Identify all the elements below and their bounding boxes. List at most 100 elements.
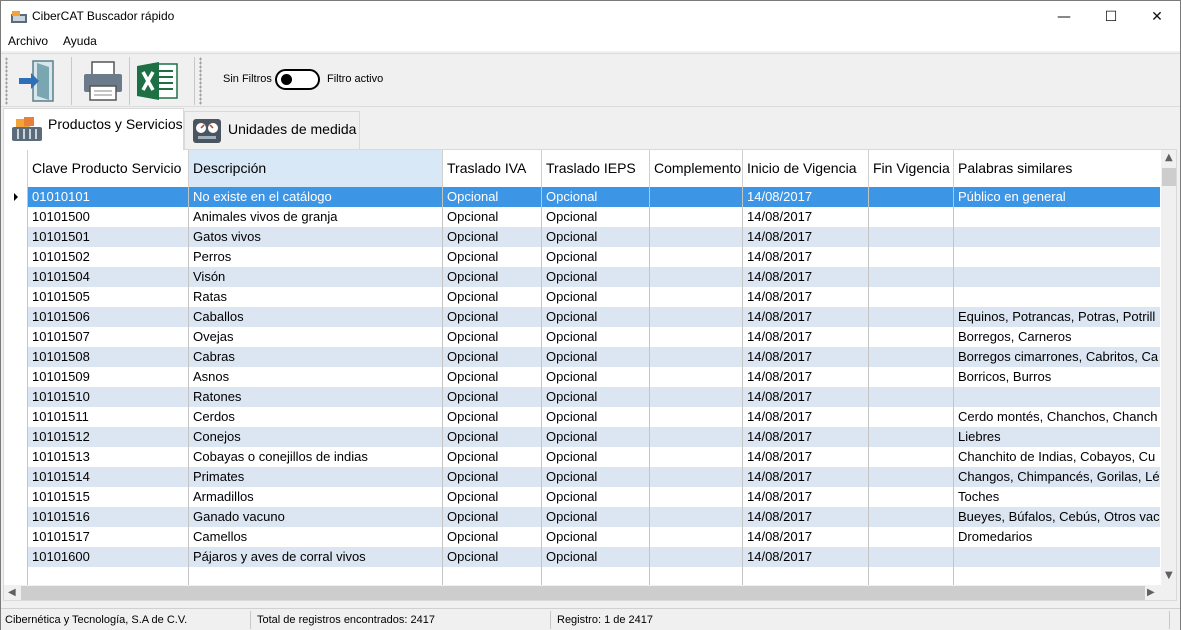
cell-traslado-ieps[interactable]: Opcional bbox=[542, 387, 650, 407]
cell-inicio-vigencia[interactable]: 14/08/2017 bbox=[743, 347, 869, 367]
cell-traslado-iva[interactable]: Opcional bbox=[443, 407, 542, 427]
cell-traslado-iva[interactable] bbox=[443, 567, 542, 587]
cell-clave[interactable]: 10101513 bbox=[28, 447, 189, 467]
cell-palabras-similares[interactable]: Toches bbox=[954, 487, 1160, 507]
table-row[interactable]: 10101517 Camellos Opcional Opcional 14/08/20… bbox=[4, 527, 1160, 547]
table-row[interactable]: 10101511 Cerdos Opcional Opcional 14/08/2017… bbox=[4, 407, 1160, 427]
cell-descripcion[interactable]: Ganado vacuno bbox=[189, 507, 443, 527]
row-header[interactable] bbox=[4, 187, 28, 207]
cell-traslado-ieps[interactable]: Opcional bbox=[542, 427, 650, 447]
column-header-fin-vigencia[interactable]: Fin Vigencia bbox=[869, 150, 954, 187]
cell-descripcion[interactable]: Caballos bbox=[189, 307, 443, 327]
cell-traslado-ieps[interactable]: Opcional bbox=[542, 267, 650, 287]
table-row[interactable]: 10101506 Caballos Opcional Opcional 14/08/20… bbox=[4, 307, 1160, 327]
cell-palabras-similares[interactable]: Borregos, Carneros bbox=[954, 327, 1160, 347]
toolbar-grip[interactable] bbox=[199, 57, 202, 105]
row-header[interactable] bbox=[4, 367, 28, 387]
row-header[interactable] bbox=[4, 427, 28, 447]
cell-fin-vigencia[interactable] bbox=[869, 187, 954, 207]
table-row[interactable]: 10101510 Ratones Opcional Opcional 14/08/201… bbox=[4, 387, 1160, 407]
cell-traslado-iva[interactable]: Opcional bbox=[443, 507, 542, 527]
column-header-clave[interactable]: Clave Producto Servicio bbox=[28, 150, 189, 187]
menu-archivo[interactable]: Archivo bbox=[8, 34, 48, 48]
cell-traslado-iva[interactable]: Opcional bbox=[443, 387, 542, 407]
close-button[interactable]: ✕ bbox=[1134, 1, 1180, 32]
row-header[interactable] bbox=[4, 467, 28, 487]
cell-inicio-vigencia[interactable]: 14/08/2017 bbox=[743, 267, 869, 287]
table-row[interactable]: 10101502 Perros Opcional Opcional 14/08/2017 bbox=[4, 247, 1160, 267]
cell-clave[interactable]: 10101512 bbox=[28, 427, 189, 447]
column-header-complemento[interactable]: Complemento bbox=[650, 150, 743, 187]
cell-inicio-vigencia[interactable]: 14/08/2017 bbox=[743, 227, 869, 247]
cell-clave[interactable]: 10101504 bbox=[28, 267, 189, 287]
cell-inicio-vigencia[interactable]: 14/08/2017 bbox=[743, 487, 869, 507]
row-header[interactable] bbox=[4, 407, 28, 427]
table-row[interactable]: 10101508 Cabras Opcional Opcional 14/08/2017… bbox=[4, 347, 1160, 367]
filter-toggle[interactable] bbox=[275, 69, 320, 90]
cell-traslado-iva[interactable]: Opcional bbox=[443, 287, 542, 307]
row-header[interactable] bbox=[4, 547, 28, 567]
cell-palabras-similares[interactable]: Público en general bbox=[954, 187, 1160, 207]
cell-clave[interactable]: 10101505 bbox=[28, 287, 189, 307]
cell-complemento[interactable] bbox=[650, 567, 743, 587]
cell-fin-vigencia[interactable] bbox=[869, 267, 954, 287]
table-row[interactable]: 10101514 Primates Opcional Opcional 14/08/20… bbox=[4, 467, 1160, 487]
column-header-traslado-ieps[interactable]: Traslado IEPS bbox=[542, 150, 650, 187]
cell-clave[interactable]: 10101515 bbox=[28, 487, 189, 507]
row-header[interactable] bbox=[4, 307, 28, 327]
cell-palabras-similares[interactable]: Bueyes, Búfalos, Cebús, Otros vac bbox=[954, 507, 1160, 527]
cell-palabras-similares[interactable] bbox=[954, 567, 1160, 587]
tab-productos-servicios[interactable]: Productos y Servicios bbox=[3, 108, 184, 150]
cell-clave[interactable]: 10101511 bbox=[28, 407, 189, 427]
cell-palabras-similares[interactable] bbox=[954, 207, 1160, 227]
cell-complemento[interactable] bbox=[650, 467, 743, 487]
cell-complemento[interactable] bbox=[650, 427, 743, 447]
cell-traslado-iva[interactable]: Opcional bbox=[443, 487, 542, 507]
minimize-button[interactable]: — bbox=[1041, 1, 1087, 32]
cell-inicio-vigencia[interactable]: 14/08/2017 bbox=[743, 447, 869, 467]
cell-fin-vigencia[interactable] bbox=[869, 347, 954, 367]
column-header-palabras-similares[interactable]: Palabras similares bbox=[954, 150, 1160, 187]
vertical-scrollbar[interactable]: ▲ ▼ bbox=[1161, 150, 1176, 585]
row-header[interactable] bbox=[4, 387, 28, 407]
cell-fin-vigencia[interactable] bbox=[869, 567, 954, 587]
cell-fin-vigencia[interactable] bbox=[869, 547, 954, 567]
menu-ayuda[interactable]: Ayuda bbox=[63, 34, 97, 48]
column-header-traslado-iva[interactable]: Traslado IVA bbox=[443, 150, 542, 187]
cell-traslado-ieps[interactable]: Opcional bbox=[542, 447, 650, 467]
cell-complemento[interactable] bbox=[650, 247, 743, 267]
cell-inicio-vigencia[interactable]: 14/08/2017 bbox=[743, 507, 869, 527]
cell-palabras-similares[interactable] bbox=[954, 387, 1160, 407]
cell-inicio-vigencia[interactable]: 14/08/2017 bbox=[743, 287, 869, 307]
vertical-scroll-thumb[interactable] bbox=[1162, 168, 1176, 186]
table-row[interactable]: 10101600 Pájaros y aves de corral vivos Op… bbox=[4, 547, 1160, 567]
cell-complemento[interactable] bbox=[650, 227, 743, 247]
cell-fin-vigencia[interactable] bbox=[869, 427, 954, 447]
toolbar-grip[interactable] bbox=[5, 57, 8, 105]
column-header-descripcion[interactable]: Descripción bbox=[189, 150, 443, 187]
cell-descripcion[interactable]: Cerdos bbox=[189, 407, 443, 427]
cell-clave[interactable]: 10101517 bbox=[28, 527, 189, 547]
cell-clave[interactable]: 10101514 bbox=[28, 467, 189, 487]
cell-traslado-iva[interactable]: Opcional bbox=[443, 347, 542, 367]
cell-traslado-iva[interactable]: Opcional bbox=[443, 187, 542, 207]
table-row[interactable]: 10101500 Animales vivos de granja Opcional… bbox=[4, 207, 1160, 227]
table-row[interactable]: 10101507 Ovejas Opcional Opcional 14/08/2017… bbox=[4, 327, 1160, 347]
cell-palabras-similares[interactable]: Changos, Chimpancés, Gorilas, Lé bbox=[954, 467, 1160, 487]
table-row[interactable]: 10101515 Armadillos Opcional Opcional 14/08/… bbox=[4, 487, 1160, 507]
cell-complemento[interactable] bbox=[650, 367, 743, 387]
cell-palabras-similares[interactable] bbox=[954, 247, 1160, 267]
exit-icon[interactable] bbox=[15, 58, 61, 104]
cell-traslado-ieps[interactable]: Opcional bbox=[542, 227, 650, 247]
table-row[interactable]: 10101501 Gatos vivos Opcional Opcional 14/08… bbox=[4, 227, 1160, 247]
cell-descripcion[interactable]: Asnos bbox=[189, 367, 443, 387]
cell-descripcion[interactable]: Camellos bbox=[189, 527, 443, 547]
cell-traslado-ieps[interactable]: Opcional bbox=[542, 287, 650, 307]
cell-traslado-iva[interactable]: Opcional bbox=[443, 327, 542, 347]
cell-traslado-ieps[interactable] bbox=[542, 567, 650, 587]
cell-descripcion[interactable]: Cobayas o conejillos de indias bbox=[189, 447, 443, 467]
cell-inicio-vigencia[interactable]: 14/08/2017 bbox=[743, 307, 869, 327]
cell-inicio-vigencia[interactable]: 14/08/2017 bbox=[743, 327, 869, 347]
cell-fin-vigencia[interactable] bbox=[869, 307, 954, 327]
table-row[interactable] bbox=[4, 567, 1160, 587]
